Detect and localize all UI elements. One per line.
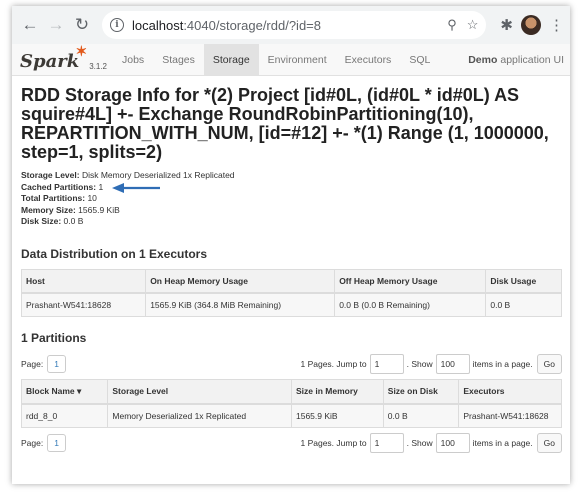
jump-to-input[interactable] [369,432,404,453]
cell-block-name: rdd_8_0 [20,403,109,428]
browser-toolbar: ← → ↻ i localhost:4040/storage/rdd/?id=8… [12,6,570,44]
col-block-name[interactable]: Block Name ▾ [20,378,108,405]
table-row: Prashant-W541:18628 1565.9 KiB (364.8 Mi… [20,292,562,317]
extensions-puzzle-icon[interactable]: ✱ [500,16,513,34]
col-size-in-memory[interactable]: Size in Memory [290,378,384,405]
summary-storage-level: Storage Level: Disk Memory Deserialized … [21,170,235,180]
show-text: . Show [406,437,433,448]
partitions-heading: 1 Partitions [21,330,87,345]
table-header-row: Host On Heap Memory Usage Off Heap Memor… [20,268,562,294]
go-button[interactable]: Go [536,432,562,453]
annotation-arrow [112,182,160,193]
sort-desc-icon: ▾ [77,385,82,396]
info-icon[interactable]: i [110,18,124,32]
show-text: . Show [406,358,433,369]
items-text: items in a page. [472,358,533,369]
cell-storage-level: Memory Deserialized 1x Replicated [107,403,292,428]
spark-navbar: Spark ✶ 3.1.2 Jobs Stages Storage Environ… [12,44,570,76]
kebab-menu-icon[interactable]: ⋮ [549,16,564,34]
cell-executors: Prashant-W541:18628 [458,403,562,428]
spark-version: 3.1.2 [89,62,107,71]
url-path: :4040/storage/rdd/?id=8 [183,17,321,33]
zoom-icon[interactable]: ⚲ [447,17,457,33]
col-storage-level[interactable]: Storage Level [107,378,292,405]
app-name-bold: Demo [468,54,498,66]
page-label: Page: [21,358,44,369]
page-title: RDD Storage Info for *(2) Project [id#0L… [21,85,549,162]
app-name: Demo application UI [468,44,564,76]
cell-disk-usage: 0.0 B [485,292,562,317]
rdd-summary: Storage Level: Disk Memory Deserialized … [21,170,562,228]
jump-to-input[interactable] [369,353,404,374]
distribution-table: Host On Heap Memory Usage Off Heap Memor… [20,268,562,317]
col-disk-usage[interactable]: Disk Usage [485,268,562,294]
profile-avatar[interactable] [521,15,541,35]
url-host: localhost [132,17,184,33]
summary-disk-size: Disk Size: 0.0 B [21,216,84,226]
summary-total-partitions: Total Partitions: 10 [21,193,97,203]
table-header-row: Block Name ▾ Storage Level Size in Memor… [20,378,562,405]
page-link[interactable]: 1 [47,354,66,373]
page-label: Page: [21,437,44,448]
col-off-heap[interactable]: Off Heap Memory Usage [334,268,486,294]
col-host[interactable]: Host [20,268,146,294]
page-size-input[interactable] [435,353,470,374]
url-text[interactable]: localhost:4040/storage/rdd/?id=8 [132,18,321,33]
col-executors[interactable]: Executors [458,378,562,405]
tab-sql[interactable]: SQL [400,44,439,75]
pages-text: 1 Pages. Jump to [300,437,367,448]
items-text: items in a page. [472,437,533,448]
col-size-on-disk[interactable]: Size on Disk [382,378,459,405]
reload-icon[interactable]: ↻ [70,13,94,37]
page-size-input[interactable] [435,432,470,453]
pages-text: 1 Pages. Jump to [300,358,367,369]
summary-memory-size: Memory Size: 1565.9 KiB [21,204,120,215]
bookmark-star-icon[interactable]: ☆ [467,17,479,33]
pager-bottom: Page: 1 1 Pages. Jump to . Show items in… [21,432,562,454]
distribution-heading: Data Distribution on 1 Executors [21,246,208,261]
browser-window: ← → ↻ i localhost:4040/storage/rdd/?id=8… [12,6,570,484]
tab-jobs[interactable]: Jobs [113,44,153,75]
tab-environment[interactable]: Environment [259,44,336,75]
page-link[interactable]: 1 [47,433,66,452]
spark-logo: Spark ✶ [20,44,88,72]
back-arrow-icon[interactable]: ← [18,13,42,37]
cell-host: Prashant-W541:18628 [20,292,147,317]
col-on-heap[interactable]: On Heap Memory Usage [145,268,335,294]
cell-off-heap: 0.0 B (0.0 B Remaining) [334,292,487,317]
cell-size-on-disk: 0.0 B [382,403,460,428]
tab-storage[interactable]: Storage [203,44,259,75]
address-bar[interactable]: i localhost:4040/storage/rdd/?id=8 ⚲ ☆ [102,11,487,39]
spark-star-icon: ✶ [75,44,88,60]
table-row: rdd_8_0 Memory Deserialized 1x Replicate… [20,403,562,428]
forward-arrow-icon[interactable]: → [44,13,68,37]
go-button[interactable]: Go [536,353,562,374]
spark-brand[interactable]: Spark ✶ 3.1.2 [12,44,113,75]
tab-executors[interactable]: Executors [336,44,401,75]
tab-stages[interactable]: Stages [153,44,204,75]
partitions-table: Block Name ▾ Storage Level Size in Memor… [20,378,562,428]
pager-top: Page: 1 1 Pages. Jump to . Show items in… [21,353,562,375]
app-name-rest: application UI [500,54,564,66]
cell-size-in-memory: 1565.9 KiB [290,403,384,428]
summary-cached-partitions: Cached Partitions: 1 [21,182,562,194]
page-content: RDD Storage Info for *(2) Project [id#0L… [12,76,570,454]
cell-on-heap: 1565.9 KiB (364.8 MiB Remaining) [145,292,336,317]
